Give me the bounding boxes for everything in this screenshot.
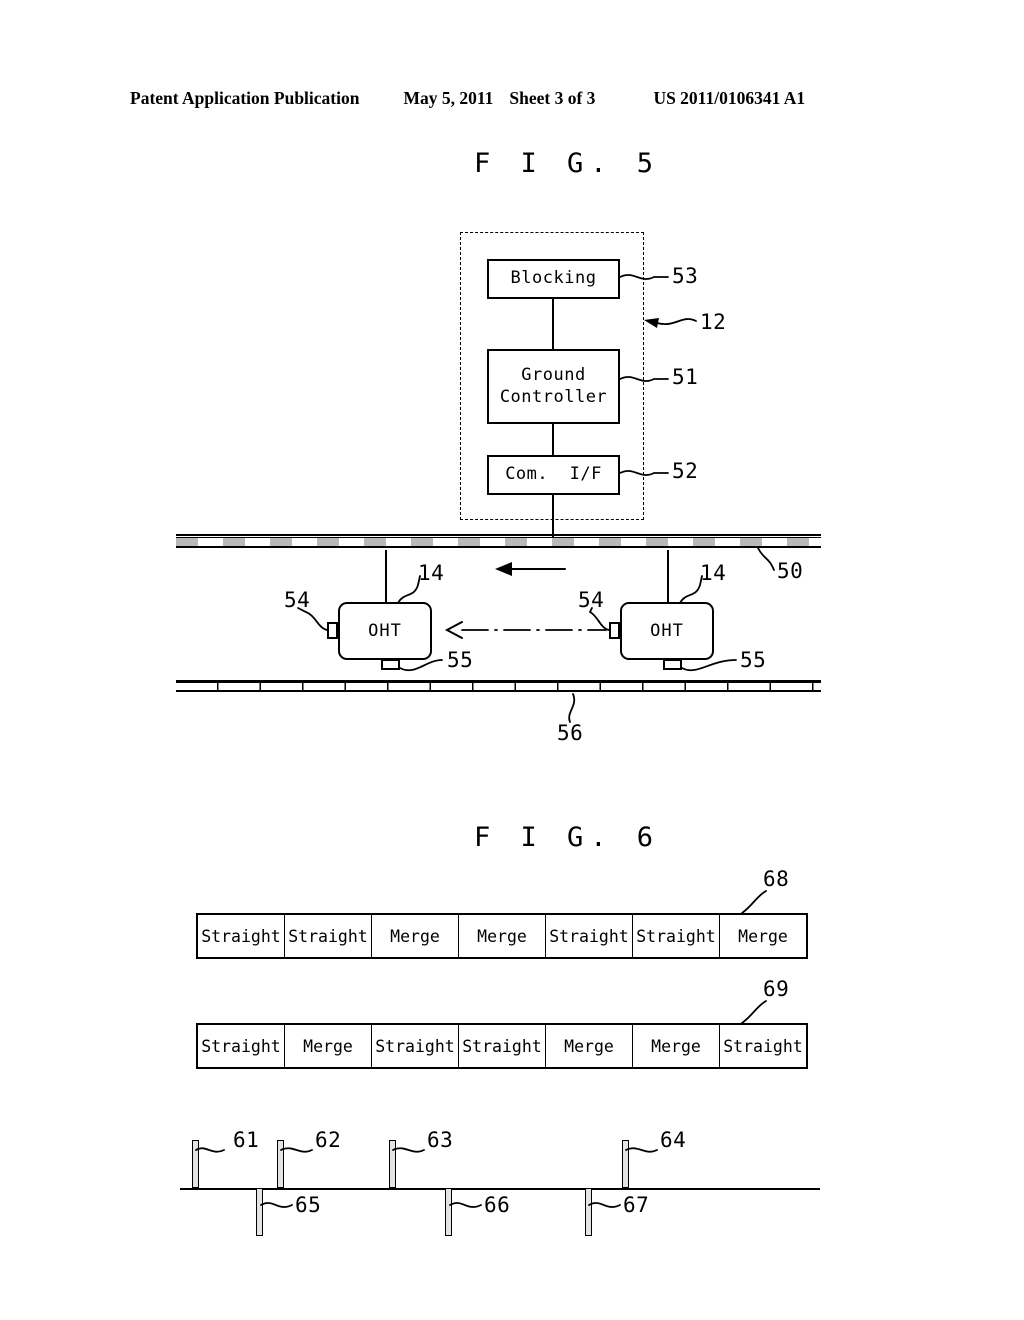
oht-vehicle-right: OHT [620, 602, 714, 660]
track-tick-64 [622, 1140, 629, 1188]
header-publication: Patent Application Publication [130, 88, 360, 108]
track-diagram [180, 1128, 820, 1240]
oht-right-sensor-54 [609, 622, 620, 639]
ref-55-left: 55 [447, 648, 474, 672]
track-tick-65 [256, 1188, 263, 1236]
ref-63: 63 [427, 1128, 454, 1152]
figure-6-title: F I G. 6 [474, 822, 661, 853]
table-cell: Straight [546, 915, 633, 957]
upper-rail-segments [176, 537, 821, 548]
oht-left-sensor-54 [327, 622, 338, 639]
table-cell: Merge [738, 926, 788, 946]
track-tick-61 [192, 1140, 199, 1188]
rail-direction-arrowhead [495, 562, 512, 576]
header-date: May 5, 2011 [403, 88, 494, 108]
oht-vehicle-left: OHT [338, 602, 432, 660]
track-tick-62 [277, 1140, 284, 1188]
oht-left-hanger [385, 550, 387, 602]
ref-51: 51 [672, 365, 699, 389]
leader-68 [741, 890, 767, 914]
ref-65: 65 [295, 1193, 322, 1217]
track-tick-67 [585, 1188, 592, 1236]
table-cell: Straight [723, 1036, 803, 1056]
ref-14-right: 14 [700, 561, 727, 585]
oht-right-hanger [667, 550, 669, 602]
sequence-table-68: Straight Straight Merge Merge Straight S… [196, 913, 808, 959]
oht-left-pickup-55 [381, 659, 400, 670]
leader-14-right [679, 575, 703, 604]
ref-64: 64 [660, 1128, 687, 1152]
lower-rail-56 [176, 680, 821, 694]
leader-55-right [681, 659, 737, 672]
leader-lines-overlay [195, 274, 775, 1208]
ground-controller-box: Ground Controller [487, 349, 620, 424]
lower-rail-segments [176, 682, 821, 692]
leader-14-left [397, 575, 421, 604]
blocking-box: Blocking [487, 259, 620, 299]
ref-68: 68 [763, 867, 790, 891]
ref-69: 69 [763, 977, 790, 1001]
table-cell: Merge [633, 1025, 720, 1067]
ref-55-right: 55 [740, 648, 767, 672]
ref-52: 52 [672, 459, 699, 483]
table-cell: Merge [285, 1025, 372, 1067]
table-cell: Merge [546, 1025, 633, 1067]
ref-67: 67 [623, 1193, 650, 1217]
figure-5-title: F I G. 5 [474, 148, 661, 179]
oht-left-label: OHT [368, 621, 402, 641]
leader-55-left [399, 659, 443, 672]
header-sheet: Sheet 3 of 3 [509, 88, 596, 108]
ref-54-right: 54 [578, 588, 605, 612]
connector-ground-to-comif [552, 424, 554, 455]
table-cell: Merge [459, 915, 546, 957]
table-cell: Straight [198, 915, 285, 957]
ref-54-left: 54 [284, 588, 311, 612]
header-publication-number: US 2011/0106341 A1 [653, 88, 806, 108]
table-cell: Straight [633, 915, 720, 957]
table-cell: Straight [459, 1025, 546, 1067]
com-if-box: Com. I/F [487, 455, 620, 495]
ref-61: 61 [233, 1128, 260, 1152]
leader-12 [656, 318, 697, 325]
oht-right-pickup-55 [663, 659, 682, 670]
table-cell: Straight [372, 1025, 459, 1067]
ref-53: 53 [672, 264, 699, 288]
ref-14-left: 14 [418, 561, 445, 585]
table-cell: Merge [372, 915, 459, 957]
ref-62: 62 [315, 1128, 342, 1152]
leader-69 [741, 1000, 767, 1024]
connector-comif-to-rail [552, 495, 554, 539]
upper-rail-top-edge [176, 534, 821, 536]
ref-12: 12 [700, 310, 727, 334]
table-cell: Straight [198, 1025, 285, 1067]
upper-rail-50 [176, 534, 821, 552]
leader-12-arrowhead [644, 318, 659, 328]
ref-56: 56 [557, 721, 584, 745]
vehicle-comm-arrowhead [444, 621, 463, 639]
leader-56 [568, 693, 576, 723]
connector-blocking-to-ground [552, 299, 554, 349]
page-header: Patent Application Publication May 5, 20… [130, 88, 895, 112]
track-baseline [180, 1188, 820, 1190]
track-tick-63 [389, 1140, 396, 1188]
track-tick-66 [445, 1188, 452, 1236]
oht-right-label: OHT [650, 621, 684, 641]
ref-66: 66 [484, 1193, 511, 1217]
ref-50: 50 [777, 559, 804, 583]
sequence-table-69: Straight Merge Straight Straight Merge M… [196, 1023, 808, 1069]
table-cell: Straight [285, 915, 372, 957]
